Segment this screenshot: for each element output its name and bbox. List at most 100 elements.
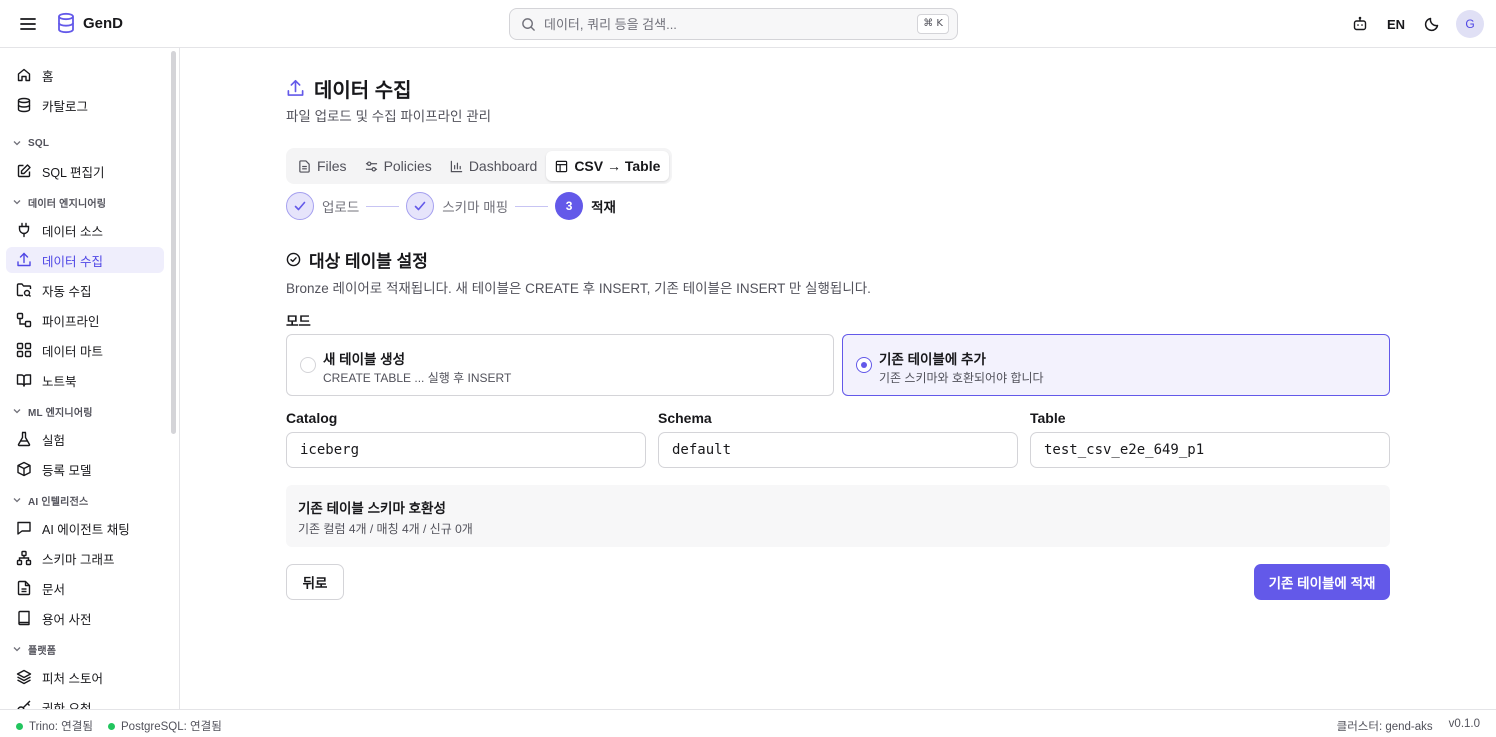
- postgres-status: PostgreSQL: 연결됨: [108, 718, 222, 734]
- theme-toggle-button[interactable]: [1414, 10, 1450, 38]
- table-field[interactable]: [1030, 432, 1390, 468]
- sidebar-item-auto-ingest[interactable]: 자동 수집: [6, 277, 164, 303]
- top-bar: GenD ⌘ K EN G: [0, 0, 1496, 48]
- sidebar-item-permission-request[interactable]: 권한 요청: [6, 694, 164, 709]
- sidebar-item-label: 데이터 소스: [42, 224, 103, 239]
- sidebar-item-label: 등록 모델: [42, 463, 92, 478]
- page-header: 데이터 수집: [286, 74, 412, 103]
- home-icon: [17, 68, 31, 82]
- section-label: 플랫폼: [28, 645, 57, 657]
- mode-option-append-existing[interactable]: 기존 테이블에 추가 기존 스키마와 호환되어야 합니다: [842, 334, 1390, 396]
- status-text: PostgreSQL: 연결됨: [121, 721, 222, 733]
- sidebar-item-label: 파이프라인: [42, 314, 100, 329]
- sidebar-item-experiments[interactable]: 실험: [6, 426, 164, 452]
- sidebar-item-documents[interactable]: 문서: [6, 575, 164, 601]
- menu-icon[interactable]: [18, 14, 38, 34]
- step-number: 3: [555, 192, 584, 220]
- compatibility-summary: 기존 컬럼 4개 / 매칭 4개 / 신규 0개: [298, 522, 473, 536]
- step-label: 스키마 매핑: [442, 200, 509, 215]
- sidebar-item-glossary[interactable]: 용어 사전: [6, 605, 164, 631]
- schema-compatibility-panel: 기존 테이블 스키마 호환성 기존 컬럼 4개 / 매칭 4개 / 신규 0개: [286, 485, 1390, 547]
- search-icon: [521, 17, 536, 32]
- sidebar-item-home[interactable]: 홈: [6, 62, 164, 88]
- table-input[interactable]: [1031, 433, 1389, 467]
- sidebar-item-data-ingest[interactable]: 데이터 수집: [6, 247, 164, 273]
- section-data-engineering[interactable]: 데이터 엔지니어링: [12, 194, 106, 210]
- chevron-down-icon: [13, 498, 21, 503]
- section-header: 대상 테이블 설정: [286, 247, 428, 272]
- chevron-down-icon: [13, 141, 21, 146]
- compatibility-title: 기존 테이블 스키마 호환성: [298, 501, 446, 516]
- section-ai-intelligence[interactable]: AI 인텔리전스: [12, 492, 88, 508]
- sidebar-item-label: 실험: [42, 433, 66, 448]
- table-label: Table: [1030, 410, 1066, 426]
- stepper: 업로드 스키마 매핑 3 적재: [286, 192, 616, 220]
- sidebar-item-notebook[interactable]: 노트북: [6, 367, 164, 393]
- box-icon: [17, 461, 31, 477]
- step-upload-check-icon: [286, 192, 314, 220]
- schema-field[interactable]: [658, 432, 1018, 468]
- grid-icon: [16, 342, 32, 358]
- schema-input[interactable]: [659, 433, 1017, 467]
- chevron-down-icon: [13, 409, 21, 414]
- search-bar[interactable]: ⌘ K: [509, 8, 958, 40]
- section-title: 대상 테이블 설정: [309, 252, 428, 271]
- section-label: AI 인텔리전스: [28, 496, 89, 508]
- sidebar-item-catalog[interactable]: 카탈로그: [6, 92, 164, 118]
- sidebar-item-feature-store[interactable]: 피처 스토어: [6, 664, 164, 690]
- sliders-icon: [365, 160, 377, 172]
- sidebar-item-sql-editor[interactable]: SQL 편집기: [6, 158, 164, 184]
- status-dot: [16, 722, 23, 730]
- tab-dashboard[interactable]: Dashboard: [441, 151, 547, 181]
- search-shortcut-badge: ⌘ K: [917, 14, 949, 34]
- radio-button-selected[interactable]: [856, 357, 872, 373]
- sidebar-scrollbar[interactable]: [171, 51, 176, 434]
- catalog-field[interactable]: [286, 432, 646, 468]
- chat-icon: [17, 521, 31, 535]
- upload-icon: [17, 252, 31, 267]
- page-title: 데이터 수집: [314, 80, 412, 102]
- radio-button[interactable]: [300, 357, 316, 373]
- app-version: v0.1.0: [1448, 718, 1480, 730]
- language-toggle[interactable]: EN: [1378, 10, 1414, 38]
- section-sql[interactable]: SQL: [12, 135, 49, 151]
- sidebar: 홈 카탈로그 SQL SQL 편집기 데이터 엔지니어링 데이터 소스 데이터 …: [0, 48, 180, 709]
- database-logo-icon: [56, 12, 76, 34]
- tab-label: CSV → Table: [574, 158, 661, 174]
- sidebar-item-ai-agent-chat[interactable]: AI 에이전트 채팅: [6, 515, 164, 541]
- tab-policies[interactable]: Policies: [356, 151, 441, 181]
- user-avatar[interactable]: G: [1456, 10, 1484, 38]
- step-connector: [366, 205, 400, 207]
- tab-files[interactable]: Files: [289, 151, 356, 181]
- tab-csv-to-table[interactable]: CSV → Table: [546, 151, 670, 181]
- section-platform[interactable]: 플랫폼: [12, 641, 56, 657]
- sidebar-item-schema-graph[interactable]: 스키마 그래프: [6, 545, 164, 571]
- ai-bot-button[interactable]: [1342, 10, 1378, 38]
- mode-label: 모드: [286, 314, 311, 329]
- search-input[interactable]: [544, 16, 904, 32]
- mode-option-title: 기존 테이블에 추가: [879, 352, 986, 367]
- sidebar-item-label: 홈: [42, 69, 54, 84]
- tab-label: Policies: [383, 158, 432, 174]
- status-text: Trino: 연결됨: [29, 721, 93, 733]
- flask-icon: [17, 431, 31, 447]
- sidebar-item-pipeline[interactable]: 파이프라인: [6, 307, 164, 333]
- mode-option-title: 새 테이블 생성: [323, 352, 406, 367]
- sidebar-item-data-source[interactable]: 데이터 소스: [6, 217, 164, 243]
- tab-label: Files: [317, 158, 347, 174]
- file-text-icon: [299, 159, 310, 173]
- brand[interactable]: GenD: [56, 12, 123, 34]
- key-icon: [17, 700, 31, 709]
- sidebar-item-data-mart[interactable]: 데이터 마트: [6, 337, 164, 363]
- sidebar-item-registered-models[interactable]: 등록 모델: [6, 456, 164, 482]
- mode-option-description: 기존 스키마와 호환되어야 합니다: [879, 371, 1044, 385]
- section-ml-engineering[interactable]: ML 엔지니어링: [12, 403, 93, 419]
- moon-icon: [1424, 17, 1439, 32]
- catalog-input[interactable]: [287, 433, 645, 467]
- load-to-existing-table-button[interactable]: 기존 테이블에 적재: [1254, 564, 1390, 600]
- bot-icon: [1353, 16, 1367, 31]
- mode-option-new-table[interactable]: 새 테이블 생성 CREATE TABLE ... 실행 후 INSERT: [286, 334, 834, 396]
- layers-icon: [16, 669, 32, 685]
- page-subtitle: 파일 업로드 및 수집 파이프라인 관리: [286, 109, 492, 124]
- back-button[interactable]: 뒤로: [286, 564, 344, 600]
